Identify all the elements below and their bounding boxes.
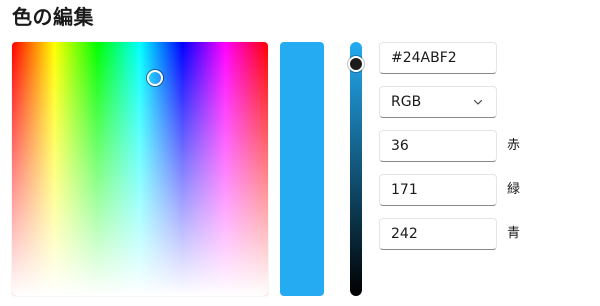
dialog-title: 色の編集 bbox=[12, 5, 94, 29]
color-editor-dialog: 色の編集 #24ABF2 RGB 36 赤 171 緑 242 青 bbox=[0, 0, 600, 306]
chevron-down-icon bbox=[473, 99, 483, 105]
value-slider[interactable] bbox=[348, 42, 364, 296]
spectrum-saturation-layer bbox=[12, 42, 268, 296]
color-mode-select[interactable]: RGB bbox=[379, 86, 497, 118]
spectrum-handle[interactable] bbox=[147, 70, 163, 86]
color-preview-swatch bbox=[280, 42, 324, 296]
red-channel-label: 赤 bbox=[507, 138, 521, 153]
blue-channel-label: 青 bbox=[507, 226, 521, 241]
value-slider-thumb[interactable] bbox=[348, 55, 364, 72]
hex-input[interactable]: #24ABF2 bbox=[379, 42, 497, 74]
blue-channel-input[interactable]: 242 bbox=[379, 218, 497, 250]
color-spectrum[interactable] bbox=[12, 42, 268, 296]
green-channel-input[interactable]: 171 bbox=[379, 174, 497, 206]
color-mode-selected-label: RGB bbox=[391, 94, 422, 110]
red-channel-input[interactable]: 36 bbox=[379, 130, 497, 162]
green-channel-label: 緑 bbox=[507, 182, 521, 197]
